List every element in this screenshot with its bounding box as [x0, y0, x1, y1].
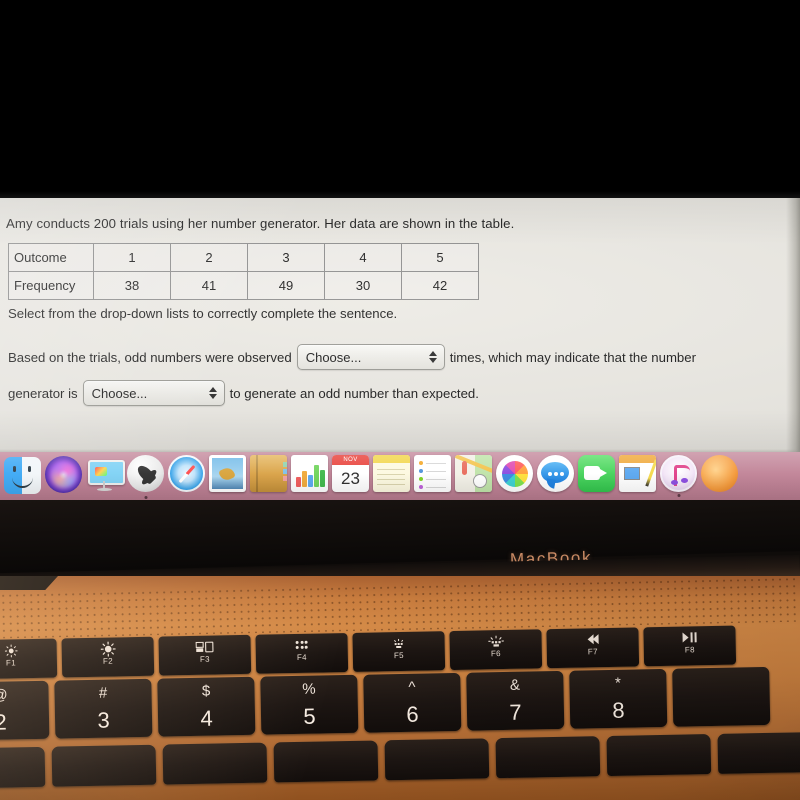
base-sheen — [0, 576, 800, 800]
dropdown-value-2: Choose... — [91, 385, 148, 401]
stepper-arrows-icon — [208, 387, 217, 399]
generator-likelihood-dropdown[interactable]: Choose... — [82, 380, 225, 406]
keynote-icon[interactable] — [86, 455, 125, 492]
pages-icon[interactable] — [619, 455, 656, 492]
notes-icon[interactable] — [373, 455, 410, 492]
frequency-cell-5: 42 — [401, 271, 479, 300]
sentence-line-2: generator is Choose... to generate an od… — [8, 380, 479, 406]
sentence-text-part-2: times, which may indicate that the numbe… — [449, 349, 696, 365]
facetime-icon[interactable] — [578, 455, 615, 492]
outcome-cell-2: 2 — [170, 243, 248, 272]
dock-icon-row: NOV 23 — [4, 455, 738, 503]
dark-background-band — [0, 0, 800, 201]
observed-frequency-dropdown[interactable]: Choose... — [296, 344, 445, 370]
table-row-frequency: Frequency 38 41 49 30 42 — [8, 271, 479, 300]
sentence-line-1: Based on the trials, odd numbers were ob… — [8, 344, 696, 370]
photo-of-macbook-screen: Amy conducts 200 trials using her number… — [0, 0, 800, 800]
laptop-base: F1 F2 F3 F4 — [0, 576, 800, 800]
dropdown-value-1: Choose... — [305, 349, 362, 365]
finder-icon[interactable] — [4, 457, 41, 494]
calendar-icon[interactable]: NOV 23 — [332, 455, 369, 492]
frequency-cell-2: 41 — [170, 271, 248, 300]
contacts-icon[interactable] — [250, 455, 287, 492]
partial-edge-icon[interactable] — [701, 455, 738, 492]
macos-dock: NOV 23 — [0, 452, 800, 506]
sentence-text-part-1: Based on the trials, odd numbers were ob… — [8, 349, 292, 365]
row-label-frequency: Frequency — [8, 271, 94, 300]
row-label-outcome: Outcome — [8, 243, 94, 272]
messages-icon[interactable] — [537, 455, 574, 492]
photos-icon[interactable] — [496, 455, 533, 492]
frequency-table: Outcome 1 2 3 4 5 Frequency 38 41 49 30 … — [8, 243, 479, 300]
preview-icon[interactable] — [209, 455, 246, 492]
safari-icon[interactable] — [168, 455, 205, 492]
laptop-screen: Amy conducts 200 trials using her number… — [0, 198, 800, 456]
frequency-cell-1: 38 — [93, 271, 171, 300]
stepper-arrows-icon — [428, 351, 437, 363]
numbers-icon[interactable] — [291, 455, 328, 492]
sentence-text-part-4: to generate an odd number than expected. — [229, 385, 479, 401]
siri-icon[interactable] — [45, 456, 82, 493]
itunes-icon[interactable] — [660, 455, 697, 497]
reminders-icon[interactable] — [414, 455, 451, 492]
outcome-cell-5: 5 — [401, 243, 479, 272]
maps-icon[interactable] — [455, 455, 492, 492]
screen-right-edge — [786, 198, 800, 456]
question-prompt: Amy conducts 200 trials using her number… — [6, 216, 515, 231]
outcome-cell-1: 1 — [93, 243, 171, 272]
math-question-document: Amy conducts 200 trials using her number… — [0, 198, 800, 456]
outcome-cell-3: 3 — [247, 243, 325, 272]
calendar-day-label: 23 — [341, 469, 360, 488]
calendar-month-label: NOV — [332, 455, 369, 465]
outcome-cell-4: 4 — [324, 243, 402, 272]
frequency-cell-3: 49 — [247, 271, 325, 300]
sentence-text-part-3: generator is — [8, 385, 78, 401]
frequency-cell-4: 30 — [324, 271, 402, 300]
table-row-outcome: Outcome 1 2 3 4 5 — [8, 243, 479, 272]
launchpad-icon[interactable] — [127, 455, 164, 499]
instruction-text: Select from the drop-down lists to corre… — [8, 306, 398, 321]
